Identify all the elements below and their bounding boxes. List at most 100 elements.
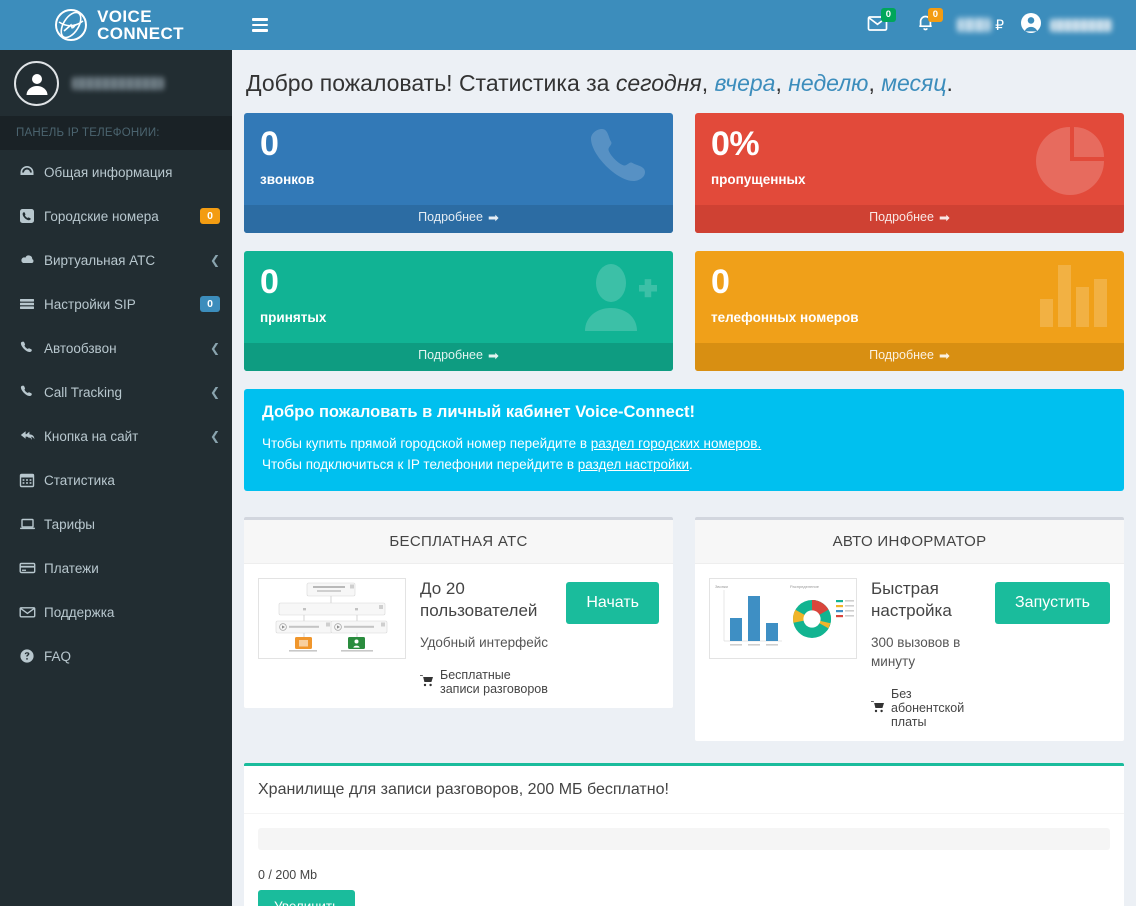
stat-details-link[interactable]: Подробнее ➡ bbox=[244, 343, 673, 371]
promo-header: БЕСПЛАТНАЯ АТС bbox=[244, 520, 673, 564]
callout-line-1: Чтобы купить прямой городской номер пере… bbox=[262, 433, 1106, 454]
callout-title: Добро пожаловать в личный кабинет Voice-… bbox=[262, 403, 1106, 422]
messages-button[interactable]: 0 bbox=[853, 0, 902, 50]
stat-details-link[interactable]: Подробнее ➡ bbox=[695, 343, 1124, 371]
sidebar-item-statistika[interactable]: Статистика bbox=[0, 458, 232, 502]
period-link-yesterday[interactable]: вчера bbox=[714, 70, 775, 96]
pie-chart-icon bbox=[1030, 121, 1110, 206]
sidebar-item-label: Настройки SIP bbox=[44, 296, 136, 312]
chevron-left-icon: ❮ bbox=[209, 253, 220, 267]
link-city-numbers-section[interactable]: раздел городских номеров. bbox=[591, 436, 761, 451]
sidebar-item-podderzhka[interactable]: Поддержка bbox=[0, 590, 232, 634]
sidebar-item-label: Статистика bbox=[44, 472, 115, 488]
sidebar-item-nastroyki-sip[interactable]: Настройки SIP 0 bbox=[0, 282, 232, 326]
promo-footnote-label: Бесплатные записи разговоров bbox=[440, 668, 548, 696]
hamburger-icon[interactable] bbox=[246, 12, 274, 38]
chevron-left-icon: ❮ bbox=[209, 385, 220, 399]
sidebar: VOICE CONNECT ПАНЕЛЬ IP ТЕЛЕФОНИИ: Общая… bbox=[0, 0, 232, 906]
charts-thumbnail: Звонки Распределение bbox=[709, 578, 857, 659]
stat-details-label: Подробнее bbox=[418, 348, 483, 362]
topbar: 0 0 ₽ bbox=[232, 0, 1136, 50]
user-plus-icon bbox=[575, 259, 659, 342]
stat-col-accepted: 0 принятых Подробнее ➡ bbox=[244, 251, 673, 389]
laptop-icon bbox=[19, 516, 44, 532]
callout-line-2: Чтобы подключиться к IP телефонии перейд… bbox=[262, 454, 1106, 475]
sidebar-item-tarify[interactable]: Тарифы bbox=[0, 502, 232, 546]
stat-details-link[interactable]: Подробнее ➡ bbox=[244, 205, 673, 233]
storage-title: Хранилище для записи разговоров, 200 МБ … bbox=[244, 766, 1124, 814]
promo-text: Быстрая настройка 300 вызовов в минуту Б… bbox=[871, 578, 981, 729]
dashboard-icon bbox=[19, 164, 44, 180]
bar-chart-icon bbox=[1038, 259, 1110, 334]
period-link-month[interactable]: месяц bbox=[881, 70, 946, 96]
messages-badge: 0 bbox=[880, 8, 897, 22]
pbx-flowchart-thumbnail bbox=[258, 578, 406, 659]
sidebar-item-obshchaya-informaciya[interactable]: Общая информация bbox=[0, 150, 232, 194]
page-content: Добро пожаловать! Статистика за сегодня,… bbox=[232, 50, 1136, 906]
promo-box-auto-informator: АВТО ИНФОРМАТОР Звонки Распределение Быс… bbox=[695, 517, 1124, 741]
promo-body: Звонки Распределение Быстрая настройка 3… bbox=[695, 564, 1124, 741]
svg-text:Распределение: Распределение bbox=[790, 584, 820, 589]
stat-col-numbers: 0 телефонных номеров Подробнее ➡ bbox=[695, 251, 1124, 389]
promo-col-informator: АВТО ИНФОРМАТОР Звонки Распределение Быс… bbox=[695, 517, 1124, 763]
sidebar-badge-gorodskie-nomera: 0 bbox=[200, 207, 220, 225]
promo-footnote: Бесплатные записи разговоров bbox=[420, 668, 552, 696]
question-circle-icon bbox=[19, 648, 44, 664]
sidebar-item-faq[interactable]: FAQ bbox=[0, 634, 232, 678]
chevron-left-icon: ❮ bbox=[209, 341, 220, 355]
phone-icon bbox=[19, 384, 44, 400]
stat-box-missed: 0% пропущенных Подробнее ➡ bbox=[695, 113, 1124, 233]
sidebar-item-label: FAQ bbox=[44, 648, 72, 664]
welcome-callout: Добро пожаловать в личный кабинет Voice-… bbox=[244, 389, 1124, 491]
sidebar-item-knopka-na-sayt[interactable]: Кнопка на сайт ❮ bbox=[0, 414, 232, 458]
cart-icon bbox=[871, 700, 885, 716]
phone-square-icon bbox=[19, 208, 44, 224]
sidebar-item-label: Call Tracking bbox=[44, 384, 123, 400]
promo-col-pbx: БЕСПЛАТНАЯ АТС До 20 пользователей Удобн… bbox=[244, 517, 673, 763]
calendar-icon bbox=[19, 472, 44, 488]
sidebar-user-panel[interactable] bbox=[0, 50, 232, 116]
promo-row: БЕСПЛАТНАЯ АТС До 20 пользователей Удобн… bbox=[244, 517, 1124, 763]
link-settings-section[interactable]: раздел настройки bbox=[578, 457, 689, 472]
stat-col-calls: 0 звонков Подробнее ➡ bbox=[244, 113, 673, 251]
sidebar-item-call-tracking[interactable]: Call Tracking ❮ bbox=[0, 370, 232, 414]
callout-title-text: Добро пожаловать в личный кабинет bbox=[262, 403, 576, 421]
stat-box-body: 0 принятых bbox=[244, 251, 673, 343]
stat-box-body: 0% пропущенных bbox=[695, 113, 1124, 205]
promo-body: До 20 пользователей Удобный интерфейс Бе… bbox=[244, 564, 673, 708]
stat-details-link[interactable]: Подробнее ➡ bbox=[695, 205, 1124, 233]
chevron-left-icon: ❮ bbox=[209, 429, 220, 443]
increase-storage-button[interactable]: Увеличить bbox=[258, 890, 356, 906]
account-menu[interactable] bbox=[1012, 12, 1122, 39]
voice-connect-globe-icon bbox=[54, 8, 88, 42]
stat-details-label: Подробнее bbox=[418, 210, 483, 224]
stat-box-calls: 0 звонков Подробнее ➡ bbox=[244, 113, 673, 233]
envelope-icon bbox=[19, 604, 44, 620]
sidebar-item-label: Тарифы bbox=[44, 516, 96, 532]
callout-line2-tail: . bbox=[689, 457, 693, 472]
promo-title: Быстрая настройка bbox=[871, 579, 952, 620]
balance-indicator[interactable]: ₽ bbox=[949, 17, 1012, 34]
user-circle-icon bbox=[1020, 12, 1042, 39]
sidebar-item-virtualnaya-ats[interactable]: Виртуальная АТС ❮ bbox=[0, 238, 232, 282]
svg-text:Звонки: Звонки bbox=[715, 584, 728, 589]
callout-line2-text: Чтобы подключиться к IP телефонии перейд… bbox=[262, 457, 578, 472]
stat-box-body: 0 телефонных номеров bbox=[695, 251, 1124, 343]
brand-logo[interactable]: VOICE CONNECT bbox=[0, 0, 232, 50]
start-button[interactable]: Начать bbox=[566, 582, 659, 624]
phone-icon bbox=[581, 121, 659, 204]
arrow-circle-right-icon: ➡ bbox=[938, 348, 950, 363]
promo-action: Запустить bbox=[995, 578, 1110, 624]
sidebar-item-platezhi[interactable]: Платежи bbox=[0, 546, 232, 590]
storage-usage-label: 0 / 200 Mb bbox=[258, 868, 318, 882]
sidebar-user-name bbox=[72, 76, 164, 90]
sidebar-badge-nastroyki-sip: 0 bbox=[200, 295, 220, 313]
main-area: 0 0 ₽ Добро пожаловать! Статистика за се… bbox=[232, 0, 1136, 906]
notifications-button[interactable]: 0 bbox=[902, 0, 949, 50]
launch-button[interactable]: Запустить bbox=[995, 582, 1110, 624]
arrow-circle-right-icon: ➡ bbox=[487, 348, 499, 363]
sidebar-item-gorodskie-nomera[interactable]: Городские номера 0 bbox=[0, 194, 232, 238]
sidebar-item-label: Автообзвон bbox=[44, 340, 117, 356]
sidebar-item-avtoobzvon[interactable]: Автообзвон ❮ bbox=[0, 326, 232, 370]
period-link-week[interactable]: неделю bbox=[788, 70, 868, 96]
